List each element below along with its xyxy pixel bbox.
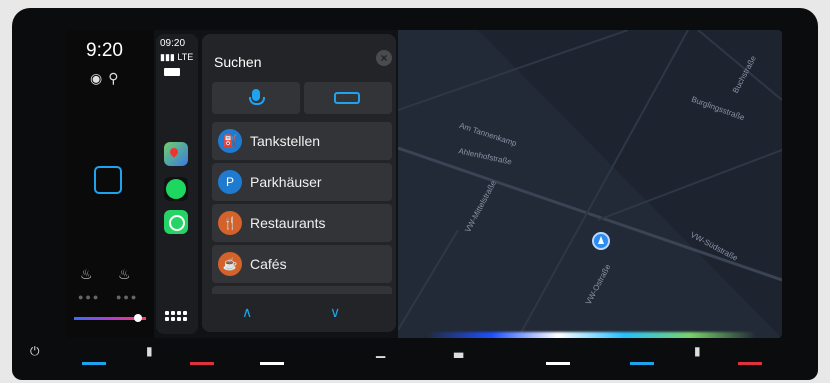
seat-heat-left-icon[interactable]: ♨ — [80, 266, 93, 283]
seat-heat-right-level: ●●● — [116, 292, 139, 302]
fan-down-icon[interactable]: ▁ — [376, 344, 385, 358]
maps-app-icon[interactable] — [164, 142, 188, 166]
cafe-icon: ☕ — [218, 252, 242, 276]
temp-right-icon[interactable]: ▮ — [694, 344, 701, 358]
signal-icon: ▮▮▮ — [160, 52, 175, 62]
network-label: LTE — [177, 52, 194, 62]
close-icon[interactable]: × — [376, 50, 392, 66]
indicator-white — [260, 362, 284, 365]
dock-time: 09:20 — [160, 38, 186, 49]
restaurant-icon: 🍴 — [218, 211, 242, 235]
panel-title: Suchen — [214, 54, 262, 70]
category-restaurants[interactable]: 🍴 Restaurants — [212, 204, 392, 242]
fan-up-icon[interactable]: ▃ — [454, 344, 463, 358]
indicator-blue-right — [630, 362, 654, 365]
status-icons: ◉ ⚲ — [90, 70, 118, 87]
seat-heat-left-level: ●●● — [78, 292, 101, 302]
chevron-down-icon[interactable]: ∨ — [330, 304, 340, 321]
volume-slider-handle[interactable] — [134, 314, 142, 322]
category-parkhaeuser[interactable]: P Parkhäuser — [212, 163, 392, 201]
home-button[interactable] — [94, 166, 122, 194]
category-label: Parkhäuser — [250, 174, 322, 190]
carplay-dock: 09:20 ▮▮▮ LTE — [156, 34, 198, 334]
microphone-icon — [249, 89, 265, 105]
network-indicator: ▮▮▮ LTE — [160, 52, 193, 63]
map-view[interactable]: Am Tannenkamp Ahlenhofstraße VW-Mittelst… — [398, 30, 782, 338]
indicator-red-right — [738, 362, 762, 365]
globe-icon: ◉ — [90, 70, 103, 86]
clock: 9:20 — [86, 40, 123, 61]
category-label: Cafés — [250, 256, 287, 272]
seat-heat-right-icon[interactable]: ♨ — [118, 266, 131, 283]
parking-icon: P — [218, 170, 242, 194]
native-sidebar: 9:20 ◉ ⚲ ♨ ♨ ●●● ●●● — [66, 30, 154, 338]
keyboard-icon — [334, 92, 360, 104]
infotainment-screen: 9:20 ◉ ⚲ ♨ ♨ ●●● ●●● 09:20 ▮▮▮ LTE Suche… — [66, 30, 782, 338]
driver-profile-icon: ⚲ — [108, 70, 119, 86]
fuel-icon: ⛽ — [218, 129, 242, 153]
search-panel: Suchen × ⛽ Tankstellen P Parkhäuser 🍴 Re… — [202, 34, 396, 332]
category-label: Tankstellen — [250, 133, 321, 149]
power-icon[interactable]: ⏻ — [30, 344, 40, 359]
keyboard-search-button[interactable] — [304, 82, 392, 114]
indicator-blue-left — [82, 362, 106, 365]
indicator-red-left — [190, 362, 214, 365]
category-partial — [212, 286, 392, 294]
app-grid-icon[interactable] — [164, 306, 188, 326]
spotify-app-icon[interactable] — [164, 177, 188, 201]
category-tankstellen[interactable]: ⛽ Tankstellen — [212, 122, 392, 160]
battery-icon — [164, 68, 180, 76]
temp-left-icon[interactable]: ▮ — [146, 344, 153, 358]
climate-strip: ⏻ ▮ ▁ ▃ ▮ — [30, 340, 800, 370]
current-location-icon — [592, 232, 610, 250]
voice-search-button[interactable] — [212, 82, 300, 114]
indicator-white-right — [546, 362, 570, 365]
chevron-up-icon[interactable]: ∧ — [242, 304, 252, 321]
whatsapp-app-icon[interactable] — [164, 210, 188, 234]
siri-waveform — [426, 332, 756, 338]
category-label: Restaurants — [250, 215, 326, 231]
category-cafes[interactable]: ☕ Cafés — [212, 245, 392, 283]
